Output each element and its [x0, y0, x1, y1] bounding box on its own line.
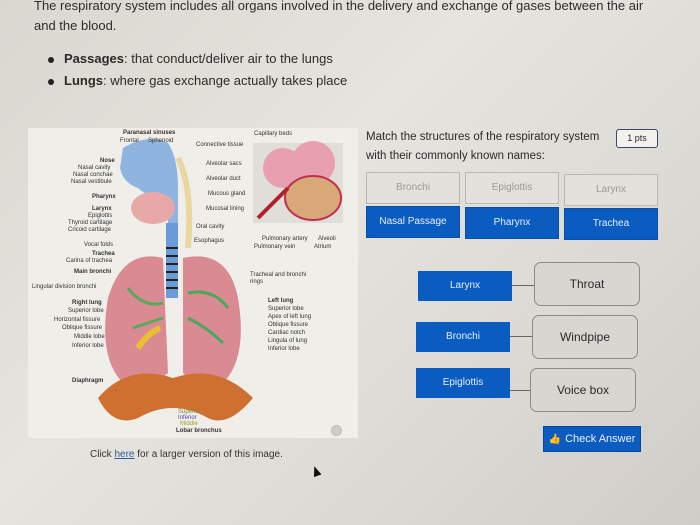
match-connector: [510, 390, 532, 391]
label-nasal-cavity: Nasal cavity: [78, 165, 111, 171]
bullet-passages: Passages: that conduct/deliver air to th…: [44, 48, 347, 70]
label-thyroid-cartilage: Thyroid cartilage: [68, 220, 113, 226]
matched-answer-epiglottis[interactable]: Epiglottis: [416, 368, 510, 398]
matched-answer-bronchi[interactable]: Bronchi: [416, 322, 510, 352]
larger-image-link[interactable]: here: [114, 449, 134, 460]
label-inferior-lobe-right: Inferior lobe: [72, 343, 104, 349]
label-left-lung: Left lung: [268, 298, 294, 304]
label-lobar-middle: Middle: [180, 421, 198, 427]
match-connector: [510, 336, 534, 337]
label-diaphragm: Diaphragm: [72, 378, 104, 384]
label-superior-lobe-right: Superior lobe: [68, 308, 104, 314]
label-sphenoid: Sphenoid: [148, 138, 174, 144]
bullet-text: : that conduct/deliver air to the lungs: [124, 51, 333, 66]
target-throat[interactable]: Throat: [534, 262, 640, 306]
label-pulmonary-artery: Pulmonary artery: [262, 236, 308, 242]
pool-tile-pharynx[interactable]: Pharynx: [465, 207, 559, 239]
pool-tile-epiglottis: Epiglottis: [465, 172, 559, 204]
points-badge: 1 pts: [616, 129, 658, 148]
label-oblique-fissure-right: Oblique fissure: [62, 325, 103, 331]
label-inferior-lobe-left: Inferior lobe: [268, 346, 300, 352]
label-oblique-fissure-left: Oblique fissure: [268, 322, 309, 328]
respiratory-diagram: Paranasal sinuses Frontal Sphenoid Nose …: [28, 128, 358, 438]
mouse-cursor-icon: [310, 464, 322, 478]
label-trachea: Trachea: [92, 251, 115, 257]
label-lingular-division: Lingular division bronchi: [32, 284, 97, 290]
image-zoom-icon[interactable]: [331, 425, 342, 436]
bullet-text: : where gas exchange actually takes plac…: [103, 73, 348, 88]
label-nasal-vestibule: Nasal vestibule: [71, 179, 112, 185]
label-pharynx: Pharynx: [92, 194, 116, 200]
label-lingula: Lingula of lung: [268, 338, 308, 344]
diaphragm-shape: [98, 373, 253, 421]
intro-paragraph: The respiratory system includes all orga…: [34, 0, 644, 33]
label-mucous-gland: Mucous gland: [208, 191, 246, 197]
label-paranasal-sinuses: Paranasal sinuses: [123, 130, 176, 136]
label-oral-cavity: Oral cavity: [196, 224, 225, 230]
label-tracheal-rings: Tracheal and bronchi rings: [250, 272, 307, 285]
trachea-shape: [166, 223, 178, 298]
spine-shape: [175, 156, 193, 249]
label-alveoli: Alveoli: [318, 236, 336, 242]
label-nose: Nose: [100, 158, 115, 164]
bullet-lungs: Lungs: where gas exchange actually takes…: [44, 70, 347, 92]
label-cricoid-cartilage: Cricoid cartilage: [68, 227, 112, 233]
label-nasal-conchae: Nasal conchae: [73, 172, 113, 178]
target-voice-box[interactable]: Voice box: [530, 368, 636, 412]
label-capillary-beds: Capillary beds: [254, 131, 293, 137]
pool-tile-bronchi: Bronchi: [366, 172, 460, 204]
label-alveolar-duct: Alveolar duct: [206, 176, 241, 182]
label-vocal-folds: Vocal folds: [84, 242, 114, 248]
match-connector: [512, 285, 536, 286]
label-epiglottis: Epiglottis: [88, 213, 113, 219]
label-apex-left-lung: Apex of left lung: [268, 314, 312, 320]
caption-suffix: for a larger version of this image.: [134, 449, 283, 460]
label-frontal: Frontal: [120, 138, 139, 144]
image-caption: Click here for a larger version of this …: [90, 449, 283, 460]
label-lobar-bronchus: Lobar bronchus: [176, 428, 222, 434]
oral-cavity-shape: [131, 192, 175, 224]
label-horizontal-fissure: Horizontal fissure: [54, 317, 101, 323]
thumbs-up-icon: 👍: [548, 434, 562, 445]
label-main-bronchi: Main bronchi: [74, 269, 112, 275]
caption-prefix: Click: [90, 449, 115, 460]
label-right-lung: Right lung: [72, 300, 102, 306]
label-superior-lobe-left: Superior lobe: [268, 306, 304, 312]
label-atrium: Atrium: [314, 244, 332, 250]
question-prompt: Match the structures of the respiratory …: [366, 131, 600, 162]
label-connective-tissue: Connective tissue: [196, 142, 244, 148]
target-windpipe[interactable]: Windpipe: [532, 315, 638, 359]
pool-tile-trachea[interactable]: Trachea: [564, 208, 658, 240]
label-carina: Carina of trachea: [66, 258, 113, 264]
intro-bullets: Passages: that conduct/deliver air to th…: [44, 48, 347, 92]
label-larynx: Larynx: [92, 206, 112, 212]
alveoli-shape: [284, 175, 342, 221]
check-answer-label: Check Answer: [565, 433, 636, 445]
pool-tile-nasal-passage[interactable]: Nasal Passage: [366, 206, 460, 238]
label-middle-lobe: Middle lobe: [74, 334, 105, 340]
bullet-term: Lungs: [64, 73, 103, 88]
check-answer-button[interactable]: 👍 Check Answer: [543, 426, 641, 452]
label-esophagus: Esophagus: [194, 238, 225, 244]
label-alveolar-sacs: Alveolar sacs: [206, 161, 242, 167]
label-cardiac-notch: Cardiac notch: [268, 330, 306, 336]
bullet-term: Passages: [64, 51, 124, 66]
pool-tile-larynx: Larynx: [564, 174, 658, 206]
matched-answer-larynx[interactable]: Larynx: [418, 271, 512, 301]
label-mucosal-lining: Mucosal lining: [206, 206, 245, 212]
label-pulmonary-vein: Pulmonary vein: [254, 244, 296, 250]
